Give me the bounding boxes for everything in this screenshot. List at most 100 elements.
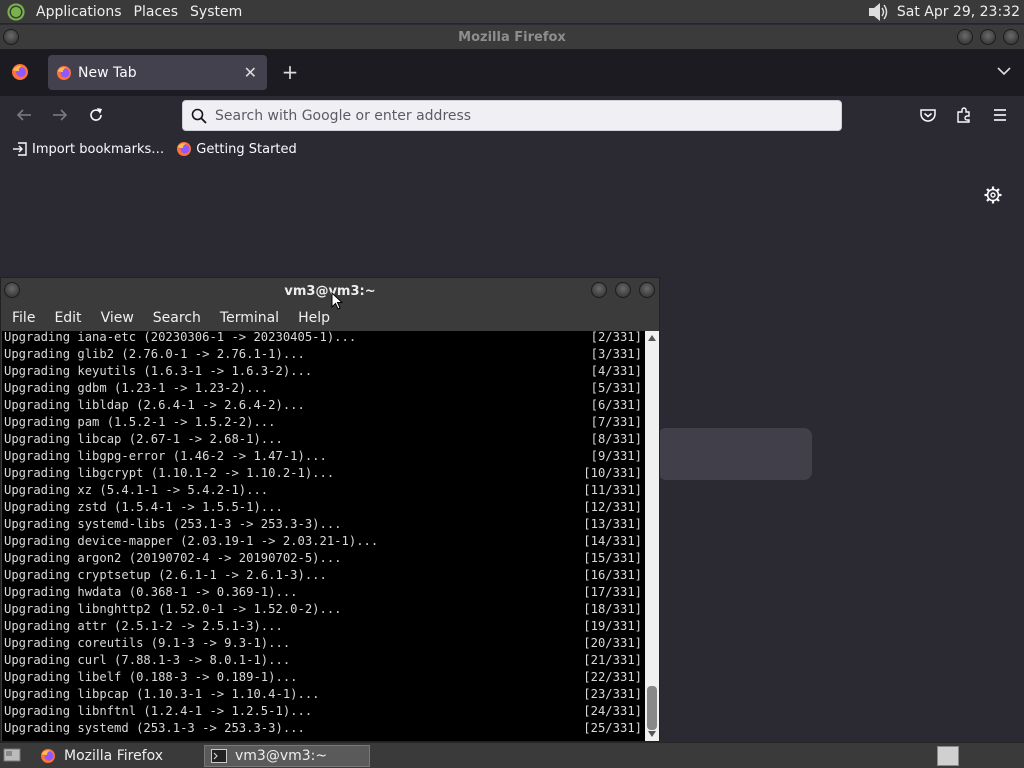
terminal-line-progress: [19/331]: [583, 619, 642, 633]
terminal-line-progress: [24/331]: [583, 704, 642, 718]
terminal-line-progress: [5/331]: [590, 381, 642, 395]
close-tab-icon[interactable]: ✕: [244, 63, 257, 82]
terminal-window[interactable]: vm3@vm3:~ File Edit View Search Terminal…: [0, 277, 660, 742]
terminal-line: Upgrading attr (2.5.1-2 -> 2.5.1-3)... [1…: [2, 618, 645, 635]
terminal-line-progress: [6/331]: [590, 398, 642, 412]
menu-edit[interactable]: Edit: [54, 310, 81, 326]
terminal-line: Upgrading systemd (253.1-3 -> 253.3-3)..…: [2, 720, 645, 737]
terminal-line-progress: [25/331]: [583, 721, 642, 735]
terminal-line-progress: [22/331]: [583, 670, 642, 684]
terminal-output[interactable]: Upgrading iana-etc (20230306-1 -> 202304…: [2, 331, 645, 741]
terminal-window-title: vm3@vm3:~: [284, 283, 376, 299]
terminal-line-progress: [8/331]: [590, 432, 642, 446]
terminal-line: Upgrading hwdata (0.368-1 -> 0.369-1)...…: [2, 584, 645, 601]
terminal-line: Upgrading glib2 (2.76.0-1 -> 2.76.1-1)..…: [2, 346, 645, 363]
app-menu-button[interactable]: [990, 105, 1010, 125]
menu-search[interactable]: Search: [153, 310, 201, 326]
scroll-up-arrow-icon[interactable]: [648, 335, 656, 341]
chevron-down-icon[interactable]: [996, 63, 1012, 79]
terminal-line: Upgrading systemd-libs (253.1-3 -> 253.3…: [2, 516, 645, 533]
back-button[interactable]: [14, 105, 34, 125]
pocket-button[interactable]: [918, 105, 938, 125]
reload-icon: [90, 108, 102, 121]
forward-button[interactable]: [50, 105, 70, 125]
terminal-scrollbar[interactable]: [645, 331, 659, 741]
url-input[interactable]: [215, 107, 815, 124]
terminal-line-text: Upgrading gdbm (1.23-1 -> 1.23-2)...: [4, 381, 269, 395]
maximize-button[interactable]: [615, 282, 631, 298]
terminal-line-text: Upgrading curl (7.88.1-3 -> 8.0.1-1)...: [4, 653, 291, 667]
bottom-taskbar: Mozilla Firefox vm3@vm3:~: [0, 742, 1024, 768]
extensions-button[interactable]: [954, 105, 974, 125]
terminal-line-progress: [16/331]: [583, 568, 642, 582]
places-menu[interactable]: Places: [128, 4, 185, 20]
bookmark-label: Getting Started: [196, 141, 297, 157]
menu-terminal[interactable]: Terminal: [220, 310, 279, 326]
taskbar-item-terminal[interactable]: vm3@vm3:~: [204, 744, 370, 767]
terminal-line-progress: [9/331]: [590, 449, 642, 463]
url-bar[interactable]: [182, 100, 842, 131]
close-window-button[interactable]: [639, 282, 655, 298]
volume-icon[interactable]: [867, 2, 889, 22]
firefox-view-icon[interactable]: [11, 63, 29, 81]
gear-icon[interactable]: [984, 186, 1002, 204]
search-box-partial[interactable]: [658, 428, 812, 480]
menu-view[interactable]: View: [101, 310, 134, 326]
firefox-favicon-icon: [177, 142, 192, 156]
terminal-line-text: Upgrading attr (2.5.1-2 -> 2.5.1-3)...: [4, 619, 283, 633]
puzzle-piece-icon: [957, 107, 970, 123]
window-menu-button[interactable]: [3, 29, 19, 45]
tab-new-tab[interactable]: New Tab ✕: [48, 55, 267, 90]
bookmark-getting-started[interactable]: Getting Started: [176, 141, 297, 157]
scrollbar-thumb[interactable]: [647, 686, 657, 730]
menu-file[interactable]: File: [12, 310, 35, 326]
terminal-line-progress: [2/331]: [590, 331, 642, 344]
show-desktop-icon[interactable]: [3, 747, 21, 763]
applications-menu[interactable]: Applications: [30, 4, 128, 20]
terminal-line-progress: [10/331]: [583, 466, 642, 480]
terminal-line-text: Upgrading libgcrypt (1.10.1-2 -> 1.10.2-…: [4, 466, 335, 480]
system-menu[interactable]: System: [184, 4, 248, 20]
taskbar-item-firefox[interactable]: Mozilla Firefox: [34, 745, 200, 767]
close-window-button[interactable]: [1003, 29, 1019, 45]
new-tab-button[interactable]: +: [280, 61, 300, 83]
firefox-titlebar[interactable]: Mozilla Firefox: [0, 25, 1024, 49]
terminal-lines: Upgrading iana-etc (20230306-1 -> 202304…: [2, 331, 645, 737]
terminal-line: Upgrading gdbm (1.23-1 -> 1.23-2)... [5/3…: [2, 380, 645, 397]
hamburger-menu-icon: [994, 109, 1006, 121]
terminal-line-text: Upgrading libcap (2.67-1 -> 2.68-1)...: [4, 432, 283, 446]
firefox-window-title: Mozilla Firefox: [458, 29, 566, 45]
terminal-line: Upgrading keyutils (1.6.3-1 -> 1.6.3-2).…: [2, 363, 645, 380]
terminal-line-progress: [7/331]: [590, 415, 642, 429]
reload-button[interactable]: [86, 105, 106, 125]
tab-label: New Tab: [78, 64, 137, 81]
workspace-switcher[interactable]: [937, 746, 959, 766]
terminal-line: Upgrading curl (7.88.1-3 -> 8.0.1-1)... […: [2, 652, 645, 669]
terminal-line-text: Upgrading xz (5.4.1-1 -> 5.4.2-1)...: [4, 483, 269, 497]
terminal-titlebar[interactable]: vm3@vm3:~: [1, 278, 659, 304]
terminal-line-progress: [13/331]: [583, 517, 642, 531]
terminal-line-text: Upgrading libldap (2.6.4-1 -> 2.6.4-2)..…: [4, 398, 305, 412]
distro-logo-icon[interactable]: [6, 1, 26, 22]
terminal-line: Upgrading libelf (0.188-3 -> 0.189-1)...…: [2, 669, 645, 686]
menu-help[interactable]: Help: [298, 310, 330, 326]
import-icon: [13, 142, 27, 156]
clock[interactable]: Sat Apr 29, 23:32: [897, 4, 1024, 20]
bookmark-import[interactable]: Import bookmarks…: [12, 141, 164, 157]
navigation-bar: [0, 96, 1024, 134]
terminal-line-progress: [18/331]: [583, 602, 642, 616]
terminal-line: Upgrading argon2 (20190702-4 -> 20190702…: [2, 550, 645, 567]
terminal-line: Upgrading libldap (2.6.4-1 -> 2.6.4-2)..…: [2, 397, 645, 414]
bookmarks-toolbar: Import bookmarks… Getting Started: [0, 134, 1024, 164]
maximize-button[interactable]: [980, 29, 996, 45]
minimize-button[interactable]: [957, 29, 973, 45]
mouse-pointer-icon: [331, 292, 343, 310]
pocket-icon: [920, 109, 936, 122]
arrow-right-icon: [53, 109, 68, 121]
scroll-down-arrow-icon[interactable]: [648, 731, 656, 737]
window-menu-button[interactable]: [4, 282, 20, 298]
tab-strip: New Tab ✕ +: [0, 49, 1024, 96]
terminal-line-text: Upgrading keyutils (1.6.3-1 -> 1.6.3-2).…: [4, 364, 313, 378]
minimize-button[interactable]: [591, 282, 607, 298]
terminal-line-text: Upgrading systemd (253.1-3 -> 253.3-3)..…: [4, 721, 305, 735]
